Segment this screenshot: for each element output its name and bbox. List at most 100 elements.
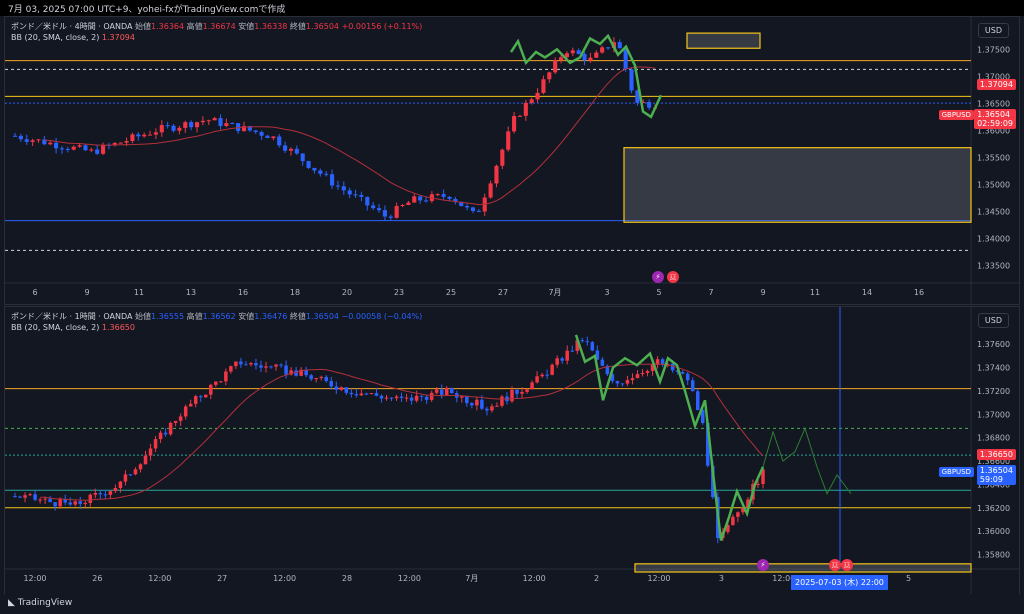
candle-body [128, 474, 133, 476]
candle-body [523, 102, 528, 116]
us-flag-event-icon[interactable]: 🇺 [667, 271, 679, 283]
candle-body [214, 381, 218, 385]
candle-body [344, 387, 349, 393]
candle-body [224, 123, 229, 126]
candle-body [423, 200, 429, 202]
candle-body [101, 144, 106, 154]
candle-body [294, 148, 299, 154]
candle-body [209, 384, 213, 395]
candle-body [465, 206, 470, 208]
time-axis-label: 9 [760, 288, 765, 297]
candle-body [224, 371, 228, 382]
zone-box [623, 147, 972, 223]
candle-body [259, 365, 263, 368]
us-flag-event-icon[interactable]: 🇺 [829, 559, 841, 571]
candle-body [490, 406, 494, 411]
candle-body [404, 397, 409, 399]
candle-body [365, 196, 370, 206]
candle-body [136, 134, 141, 137]
candle-body [419, 395, 424, 397]
candle-body [382, 210, 387, 217]
us-flag-event-icon[interactable]: 🇺 [841, 559, 853, 571]
candle-body [553, 60, 558, 73]
candle-body [113, 487, 118, 492]
time-axis-label: 14 [862, 288, 872, 297]
candle-body [335, 185, 340, 187]
candle-body [204, 394, 208, 398]
time-axis-label: 12:00 [647, 574, 670, 583]
price-axis-label: 1.35500 [977, 153, 1010, 162]
change-value: +0.00156 (+0.11%) [341, 22, 423, 31]
lightning-icon[interactable]: ⚡ [757, 559, 769, 571]
candle-body [93, 493, 98, 495]
price-axis-label: 1.34500 [977, 207, 1010, 216]
candle-body [330, 174, 335, 186]
candle-body [38, 499, 42, 501]
candle-body [59, 148, 65, 150]
candle-body [605, 47, 611, 49]
candle-body [582, 53, 587, 61]
candle-body [354, 394, 359, 396]
chart-canvas-4h[interactable]: 1.375001.370001.365001.360001.355001.350… [5, 17, 1019, 304]
candle-body [48, 142, 53, 145]
candle-body [118, 142, 123, 144]
candle-body [418, 196, 423, 201]
chart-canvas-1h[interactable]: 1.37600 1.37400 1.37200 1.37000 1.36800 1.366… [5, 307, 1019, 595]
candle-body [143, 455, 148, 465]
chart-panel-4h[interactable]: 1.37500 1.37000 1.36500 1.36000 1.35500 1.350… [4, 16, 1020, 305]
time-axis-label: 7月 [548, 288, 561, 297]
candle-body [53, 502, 57, 507]
candle-body [30, 140, 35, 142]
candle-body [359, 194, 364, 197]
time-axis-label: 27 [217, 574, 227, 583]
candle-body [103, 494, 108, 496]
candle-body [314, 378, 318, 380]
candle-body [594, 52, 599, 58]
candle-body [406, 202, 411, 205]
candle-body [264, 366, 268, 368]
lightning-icon[interactable]: ⚡ [652, 271, 664, 283]
candle-body [394, 396, 399, 399]
candle-body [259, 132, 264, 136]
candle-body [412, 196, 417, 203]
candle-body [124, 141, 129, 143]
tradingview-logo: ◣ TradingView [8, 598, 73, 608]
time-axis-label: 18 [290, 288, 300, 297]
candle-body [635, 374, 640, 379]
currency-button[interactable]: USD [977, 313, 1009, 328]
currency-button[interactable]: USD [977, 23, 1009, 38]
candle-body [189, 122, 194, 128]
candle-body [178, 416, 183, 421]
candle-body [339, 387, 344, 390]
candle-body [163, 432, 168, 435]
time-axis-label: 20 [342, 288, 352, 297]
close-label: 終値 [289, 22, 306, 31]
candle-body [183, 406, 188, 417]
open-value: 1.36364 [151, 22, 185, 31]
candle-body [480, 399, 484, 409]
candle-body [540, 374, 544, 377]
time-axis-label: 5 [906, 574, 911, 583]
last-price-tag: 1.36504 59:09 [976, 465, 1016, 485]
close-value: 1.36504 [305, 22, 340, 31]
candle-body [389, 397, 394, 399]
chart-panel-1h[interactable]: 1.37600 1.37400 1.37200 1.37000 1.36800 1.366… [4, 306, 1020, 596]
candle-body [470, 207, 476, 212]
symbol-title: ポンド／米ドル · 1時間 · OANDA [11, 312, 133, 321]
candle-body [435, 194, 440, 196]
candle-body [384, 397, 389, 399]
candle-body [525, 389, 529, 392]
candle-body [670, 363, 675, 371]
candle-body [680, 371, 685, 374]
candle-body [71, 146, 76, 150]
candle-body [414, 395, 419, 401]
candle-body [441, 194, 446, 197]
time-axis-label: 11 [810, 288, 820, 297]
candle-body [83, 502, 88, 504]
candle-body [239, 361, 243, 365]
candle-body [555, 358, 559, 365]
price-axis-label: 1.36000 [977, 527, 1010, 536]
candle-body [249, 363, 253, 365]
candle-body [625, 380, 630, 384]
change-value: −0.00058 (−0.04%) [341, 312, 423, 321]
